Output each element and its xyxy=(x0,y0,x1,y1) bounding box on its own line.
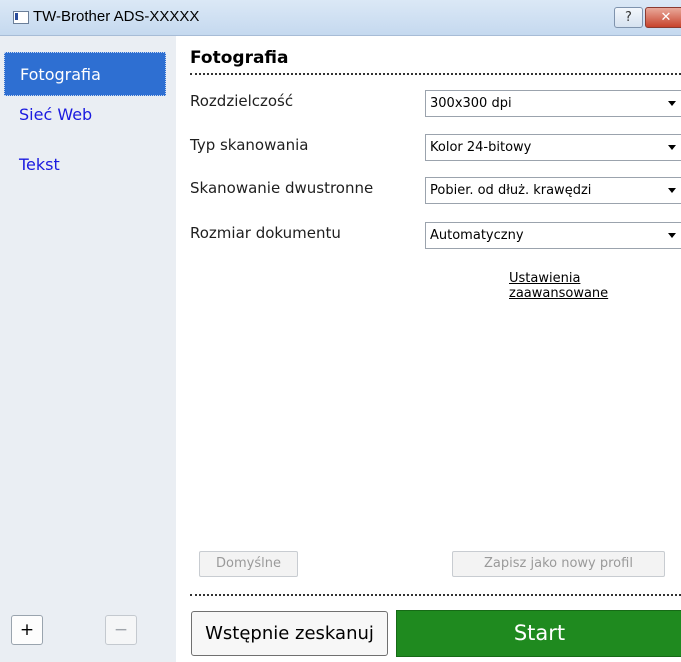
sidebar-item-fotografia[interactable]: Fotografia xyxy=(4,52,166,96)
advanced-settings-link[interactable]: Ustawienia zaawansowane xyxy=(509,271,681,301)
help-button[interactable]: ? xyxy=(614,7,643,28)
scan-type-value: Kolor 24-bitowy xyxy=(430,140,532,155)
resolution-label: Rozdzielczość xyxy=(190,92,294,110)
chevron-down-icon xyxy=(668,233,676,238)
profile-sidebar: Fotografia Sieć Web Tekst xyxy=(0,36,176,662)
chevron-down-icon xyxy=(668,188,676,193)
start-button[interactable]: Start xyxy=(396,610,681,657)
default-button[interactable]: Domyślne xyxy=(199,551,298,577)
duplex-value: Pobier. od dłuż. krawędzi xyxy=(430,183,592,198)
close-button[interactable]: ✕ xyxy=(645,7,681,28)
app-window-icon xyxy=(13,11,29,24)
window-title: TW-Brother ADS-XXXXX xyxy=(33,8,200,25)
document-size-value: Automatyczny xyxy=(430,228,524,243)
duplex-select[interactable]: Pobier. od dłuż. krawędzi xyxy=(425,177,681,204)
prescan-button[interactable]: Wstępnie zeskanuj xyxy=(191,611,388,656)
document-size-select[interactable]: Automatyczny xyxy=(425,222,681,249)
save-profile-button[interactable]: Zapisz jako nowy profil xyxy=(452,551,665,577)
document-size-label: Rozmiar dokumentu xyxy=(190,224,341,242)
title-bar: TW-Brother ADS-XXXXX ? ✕ xyxy=(0,0,681,36)
resolution-value: 300x300 dpi xyxy=(430,96,512,111)
footer-divider xyxy=(190,594,681,596)
sidebar-item-tekst[interactable]: Tekst xyxy=(0,143,176,187)
add-profile-button[interactable]: + xyxy=(11,615,43,645)
title-divider xyxy=(190,73,681,75)
resolution-select[interactable]: 300x300 dpi xyxy=(425,90,681,117)
chevron-down-icon xyxy=(668,145,676,150)
scan-type-label: Typ skanowania xyxy=(190,136,309,154)
sidebar-item-siec-web[interactable]: Sieć Web xyxy=(0,93,176,137)
remove-profile-button[interactable]: − xyxy=(105,615,137,645)
scan-type-select[interactable]: Kolor 24-bitowy xyxy=(425,134,681,161)
page-title: Fotografia xyxy=(190,48,289,68)
chevron-down-icon xyxy=(668,101,676,106)
duplex-label: Skanowanie dwustronne xyxy=(190,179,374,197)
